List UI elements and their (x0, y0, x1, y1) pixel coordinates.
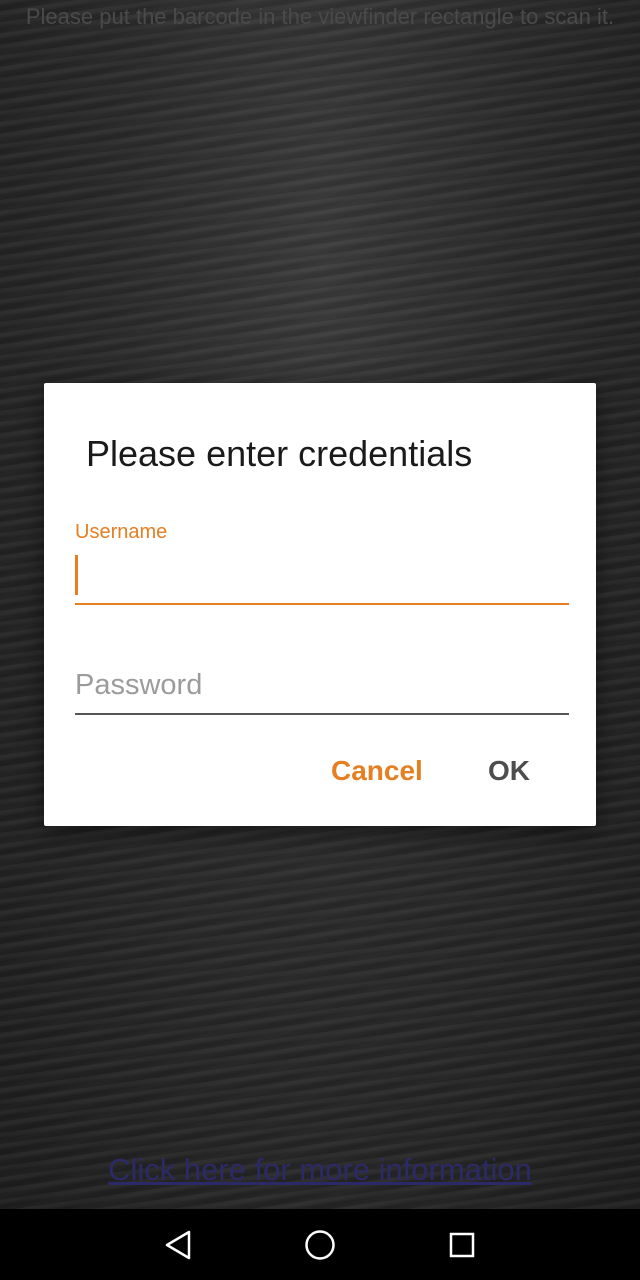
cancel-button[interactable]: Cancel (331, 755, 423, 787)
scan-hint-text: Please put the barcode in the viewfinder… (25, 4, 615, 29)
username-field: Username (75, 521, 569, 605)
username-label: Username (75, 521, 168, 543)
text-cursor (75, 555, 78, 595)
system-navigation-bar (0, 1209, 640, 1280)
password-field (75, 663, 569, 715)
password-input[interactable] (75, 663, 569, 715)
more-info-link[interactable]: Click here for more information (0, 1152, 640, 1188)
username-input[interactable] (75, 553, 569, 605)
recents-icon[interactable] (444, 1227, 480, 1263)
dialog-title: Please enter credentials (86, 433, 473, 474)
back-icon[interactable] (160, 1227, 196, 1263)
home-icon[interactable] (302, 1227, 338, 1263)
scanner-screen: Please put the barcode in the viewfinder… (0, 0, 640, 1280)
ok-button[interactable]: OK (488, 755, 530, 787)
credentials-dialog: Please enter credentials Username Cancel… (44, 383, 596, 826)
